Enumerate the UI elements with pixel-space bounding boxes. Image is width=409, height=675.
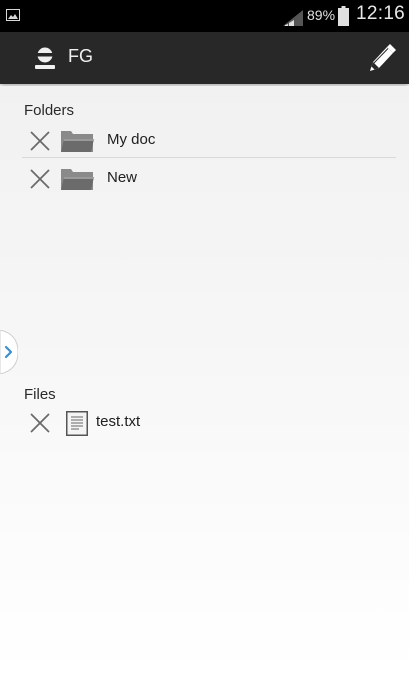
close-icon[interactable] — [30, 413, 50, 433]
action-bar: FG — [0, 32, 409, 84]
list-item-folder[interactable]: New — [22, 160, 396, 196]
close-icon[interactable] — [30, 169, 50, 189]
files-header: Files — [24, 386, 56, 403]
divider — [22, 157, 396, 158]
close-icon[interactable] — [30, 131, 50, 151]
edit-button[interactable] — [362, 41, 398, 75]
file-name: test.txt — [96, 413, 141, 430]
folder-icon — [61, 131, 94, 152]
status-bar: 89% 12:16 — [0, 0, 409, 32]
signal-icon — [283, 10, 303, 26]
folder-name: My doc — [107, 131, 156, 148]
user-icon — [35, 47, 55, 69]
list-item-file[interactable]: test.txt — [22, 404, 396, 440]
folders-header: Folders — [24, 102, 75, 119]
app-title: FG — [68, 46, 93, 66]
list-item-folder[interactable]: My doc — [22, 122, 396, 158]
gallery-icon — [6, 9, 20, 21]
folder-name: New — [107, 169, 138, 186]
drawer-handle[interactable] — [0, 330, 18, 374]
battery-icon — [338, 6, 349, 26]
pencil-icon — [370, 44, 396, 71]
battery-percent: 89% — [307, 7, 336, 23]
file-browser: Folders My doc New Files test.txt — [0, 86, 409, 675]
document-icon — [66, 411, 88, 436]
clock: 12:16 — [356, 3, 406, 24]
folder-icon — [61, 169, 94, 190]
